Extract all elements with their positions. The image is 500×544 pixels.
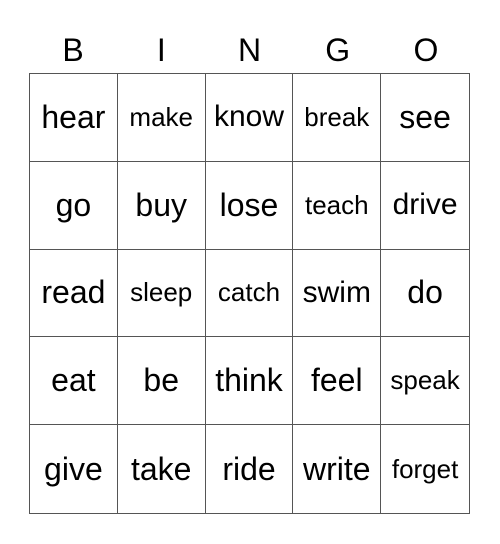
bingo-cell[interactable]: sleep — [117, 249, 206, 338]
bingo-cell[interactable]: hear — [30, 74, 118, 162]
header-letter-i: I — [156, 32, 166, 68]
bingo-cell[interactable]: buy — [117, 161, 206, 250]
bingo-cell[interactable]: read — [30, 249, 118, 338]
header-letter-g: G — [325, 32, 351, 68]
bingo-cell[interactable]: make — [117, 74, 206, 162]
bingo-cell[interactable]: write — [293, 425, 382, 513]
bingo-cell[interactable]: be — [117, 337, 206, 426]
bingo-cell[interactable]: go — [30, 161, 118, 250]
bingo-cell[interactable]: catch — [205, 249, 294, 338]
bingo-cell[interactable]: give — [30, 425, 118, 513]
bingo-cell[interactable]: see — [381, 74, 469, 162]
bingo-cell[interactable]: eat — [30, 337, 118, 426]
bingo-header: B I N G O — [29, 30, 470, 70]
bingo-cell[interactable]: forget — [381, 425, 469, 513]
header-letter-o: O — [413, 32, 439, 68]
bingo-cell[interactable]: know — [205, 74, 294, 162]
bingo-cell[interactable]: think — [205, 337, 294, 426]
bingo-cell[interactable]: drive — [381, 162, 469, 250]
bingo-cell[interactable]: take — [118, 425, 206, 513]
bingo-cell[interactable]: swim — [293, 249, 382, 338]
bingo-cell[interactable]: break — [293, 74, 382, 162]
header-letter-b: B — [62, 32, 84, 68]
header-letter-n: N — [237, 32, 262, 68]
bingo-cell[interactable]: do — [381, 250, 469, 338]
bingo-cell[interactable]: speak — [381, 337, 469, 426]
bingo-card: hear make know break see go buy lose teach drive r… — [29, 73, 470, 514]
bingo-cell[interactable]: teach — [293, 161, 382, 250]
bingo-cell[interactable]: lose — [205, 161, 294, 250]
bingo-cell[interactable]: ride — [206, 425, 294, 513]
bingo-cell[interactable]: feel — [293, 337, 382, 426]
